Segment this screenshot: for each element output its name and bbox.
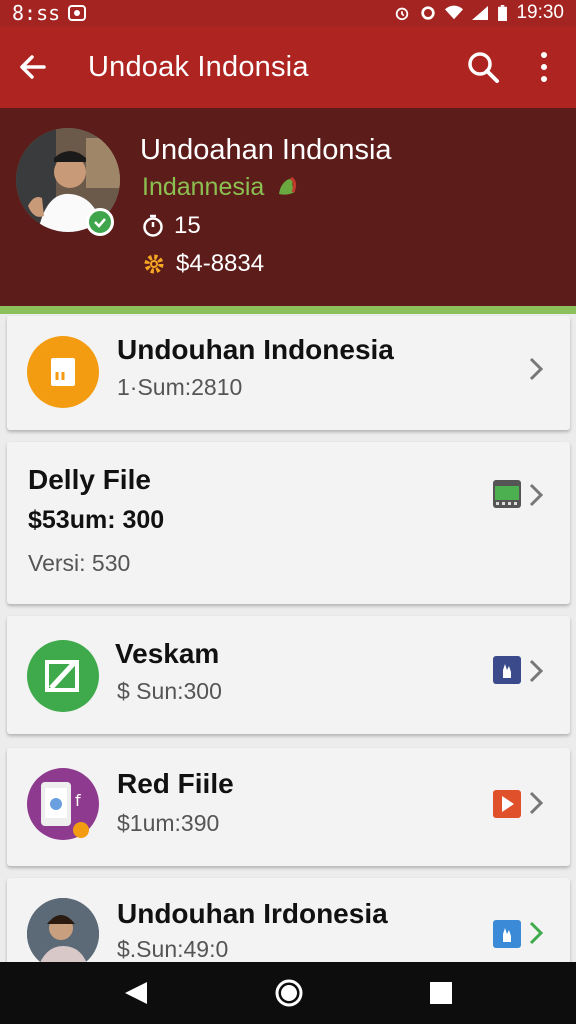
play-icon — [493, 790, 521, 818]
hand-icon — [493, 656, 521, 684]
card-subtitle: 1·Sum:2810 — [117, 374, 243, 400]
profile-header: Undoahan Indonsia Indannesia 15 $4-8834 — [0, 108, 576, 306]
chevron-right-icon — [529, 357, 544, 381]
android-notification-icon — [68, 5, 87, 21]
list-item[interactable]: Veskam $ Sun:300 — [7, 616, 570, 734]
card-title: Veskam — [115, 638, 220, 669]
status-left-text: 8:ss — [12, 1, 61, 25]
card-subtitle: $ Sun:300 — [117, 678, 222, 704]
timer-icon — [143, 214, 163, 237]
svg-text:f: f — [75, 791, 81, 810]
chevron-right-icon — [529, 921, 544, 945]
list-item[interactable]: f Red Fiile $1um:390 — [7, 748, 570, 866]
card-price: $53um: 300 — [28, 506, 165, 534]
battery-icon — [498, 5, 508, 21]
app-bar: Undoak Indonsia — [0, 26, 576, 108]
list-item[interactable]: Undouhan Indonesia 1·Sum:2810 — [7, 316, 570, 430]
profile-country: Indannesia — [142, 173, 299, 202]
status-right: 19:30 — [393, 2, 564, 24]
status-left: 8:ss — [12, 1, 87, 25]
status-time: 19:30 — [516, 2, 564, 23]
card-version: Versi: 530 — [28, 550, 131, 576]
arrow-left-icon[interactable] — [18, 52, 48, 82]
card-subtitle: $.Sun:49:0 — [117, 936, 229, 962]
flag-icon — [279, 176, 297, 195]
user-avatar-icon — [27, 898, 99, 970]
nav-back-icon[interactable] — [123, 980, 149, 1006]
verified-badge-icon — [86, 208, 114, 236]
gear-icon — [144, 254, 164, 274]
card-title: Undouhan Indonesia — [117, 334, 394, 365]
profile-name: Undoahan Indonsia — [140, 134, 392, 166]
card-title: Delly File — [28, 464, 151, 495]
nav-recents-icon[interactable] — [429, 981, 453, 1005]
film-icon — [493, 480, 521, 508]
app-title: Undoak Indonsia — [88, 50, 309, 83]
nav-home-icon[interactable] — [274, 978, 304, 1008]
orange-app-icon — [27, 336, 99, 408]
settings-icon — [421, 6, 436, 20]
profile-stat-coins-value: $4-8834 — [176, 250, 265, 277]
profile-country-label: Indannesia — [142, 173, 265, 201]
chevron-right-icon — [529, 659, 544, 683]
profile-stat-timer: 15 — [142, 212, 201, 240]
wifi-icon — [445, 5, 464, 20]
purple-app-icon: f — [27, 768, 99, 840]
green-edit-icon — [27, 640, 99, 712]
chevron-right-icon — [529, 791, 544, 815]
navigation-bar — [0, 962, 576, 1024]
search-icon[interactable] — [466, 50, 500, 84]
profile-stat-timer-value: 15 — [174, 212, 201, 239]
hand-icon — [493, 920, 521, 948]
status-bar: 8:ss 19:30 — [0, 0, 576, 26]
card-subtitle: $1um:390 — [117, 810, 220, 836]
profile-divider — [0, 306, 576, 314]
more-vert-icon[interactable] — [538, 52, 550, 82]
profile-stat-coins: $4-8834 — [142, 250, 264, 278]
card-title: Red Fiile — [117, 768, 234, 799]
alarm-icon — [396, 7, 409, 21]
card-title: Undouhan Irdonesia — [117, 898, 388, 929]
list-item[interactable]: Delly File $53um: 300 Versi: 530 — [7, 442, 570, 604]
chevron-right-icon — [529, 483, 544, 507]
signal-icon — [472, 6, 489, 20]
